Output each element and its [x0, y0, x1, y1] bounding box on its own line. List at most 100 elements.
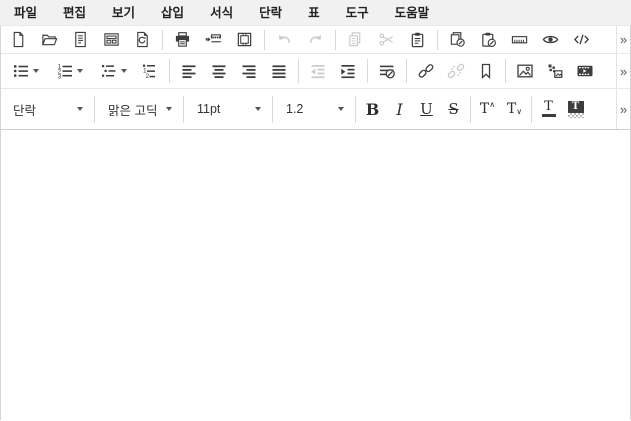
editor-frame: » 123 12 [0, 26, 631, 420]
chevron-down-icon [338, 107, 344, 111]
align-left-button[interactable] [174, 56, 204, 86]
menu-item-table[interactable]: 표 [295, 0, 333, 25]
preview-button[interactable] [535, 27, 566, 53]
paste-button[interactable] [402, 27, 433, 53]
align-justify-button[interactable] [264, 56, 294, 86]
highlight-color-icon: T [568, 101, 584, 113]
font-family-value: 맑은 고딕 [108, 100, 157, 119]
font-size-increase-button[interactable]: T∧ [474, 94, 501, 124]
align-right-icon [240, 62, 258, 80]
toolbar-overflow-button-1[interactable]: » [616, 26, 630, 53]
document-button[interactable] [65, 27, 96, 53]
paste-formatted-button[interactable] [442, 27, 473, 53]
strikethrough-button[interactable]: S [440, 94, 467, 124]
block-format-select[interactable]: 단락 [3, 89, 91, 129]
template-button[interactable] [96, 27, 127, 53]
highlight-color-button[interactable]: T [562, 94, 589, 124]
text-color-icon: T [544, 101, 553, 113]
paste-as-text-icon [480, 31, 497, 48]
highlight-color-swatch [568, 113, 584, 118]
outdent-button[interactable] [303, 56, 333, 86]
separator [335, 30, 336, 50]
chevron-down-icon [166, 107, 172, 111]
remove-link-button[interactable] [441, 56, 471, 86]
align-center-button[interactable] [204, 56, 234, 86]
bold-icon: B [366, 100, 380, 119]
bullet-list-button[interactable] [3, 56, 47, 86]
separator [162, 30, 163, 50]
line-height-value: 1.2 [286, 102, 303, 116]
separator [272, 96, 273, 123]
open-folder-icon [41, 31, 58, 48]
menu-item-format[interactable]: 서식 [197, 0, 246, 25]
copy-button[interactable] [340, 27, 371, 53]
indent-button[interactable] [333, 56, 363, 86]
align-left-icon [180, 62, 198, 80]
image-icon [516, 62, 534, 80]
bookmark-button[interactable] [471, 56, 501, 86]
text-color-swatch [542, 114, 556, 117]
line-height-select[interactable]: 1.2 [276, 89, 352, 129]
menu-item-view[interactable]: 보기 [99, 0, 148, 25]
paste-formatted-icon [449, 31, 466, 48]
toolbar-row-3-tools: 단락 맑은 고딕 11pt 1.2 [1, 89, 616, 129]
underline-button[interactable]: U [413, 94, 440, 124]
print-button[interactable] [167, 27, 198, 53]
undo-button[interactable] [269, 27, 300, 53]
underline-icon: U [420, 100, 433, 118]
separator [355, 96, 356, 123]
restore-draft-button[interactable] [127, 27, 158, 53]
separator [437, 30, 438, 50]
insert-link-button[interactable] [411, 56, 441, 86]
align-right-button[interactable] [234, 56, 264, 86]
chevron-down-icon [121, 69, 127, 73]
toolbar-row-2: 123 12 [1, 54, 630, 89]
source-code-button[interactable] [566, 27, 597, 53]
menu-item-help[interactable]: 도움말 [382, 0, 443, 25]
toolbar-row-2-tools: 123 12 [1, 54, 616, 88]
multilevel-list-button[interactable]: 12 [135, 56, 165, 86]
text-color-button[interactable]: T [535, 94, 562, 124]
outline-list-button[interactable] [91, 56, 135, 86]
text-frame-button[interactable] [229, 27, 260, 53]
new-document-icon [10, 31, 27, 48]
cut-button[interactable] [371, 27, 402, 53]
ruler-button[interactable] [504, 27, 535, 53]
redo-button[interactable] [300, 27, 331, 53]
font-size-increase-icon: T [480, 101, 489, 117]
font-size-select[interactable]: 11pt [187, 89, 269, 129]
italic-button[interactable]: I [386, 94, 413, 124]
multilevel-list-icon: 12 [141, 62, 159, 80]
toolbar-overflow-button-2[interactable]: » [616, 54, 630, 88]
menu-item-paragraph[interactable]: 단락 [246, 0, 295, 25]
insert-media-button[interactable] [570, 56, 600, 86]
menu-item-tools[interactable]: 도구 [333, 0, 382, 25]
svg-text:2: 2 [146, 73, 150, 80]
toolbar-row-3: 단락 맑은 고딕 11pt 1.2 [1, 89, 630, 130]
menu-item-edit[interactable]: 편집 [50, 0, 99, 25]
italic-icon: I [396, 100, 402, 119]
menu-item-insert[interactable]: 삽입 [148, 0, 197, 25]
new-document-button[interactable] [3, 27, 34, 53]
paste-as-text-button[interactable] [473, 27, 504, 53]
toolbar-overflow-button-3[interactable]: » [616, 89, 630, 129]
bold-button[interactable]: B [359, 94, 386, 124]
font-family-select[interactable]: 맑은 고딕 [98, 89, 180, 129]
font-size-decrease-button[interactable]: T∨ [501, 94, 528, 124]
page-break-button[interactable] [198, 27, 229, 53]
image-effects-button[interactable] [540, 56, 570, 86]
outdent-icon [309, 62, 327, 80]
insert-image-button[interactable] [510, 56, 540, 86]
numbered-list-button[interactable]: 123 [47, 56, 91, 86]
open-file-button[interactable] [34, 27, 65, 53]
separator [367, 59, 368, 83]
menu-item-file[interactable]: 파일 [1, 0, 50, 25]
font-size-value: 11pt [197, 102, 220, 116]
bookmark-icon [477, 62, 495, 80]
menu-bar: 파일 편집 보기 삽입 서식 단락 표 도구 도움말 [0, 0, 631, 26]
numbered-list-icon: 123 [56, 62, 74, 80]
separator [264, 30, 265, 50]
restore-draft-icon [134, 31, 151, 48]
clear-formatting-button[interactable] [372, 56, 402, 86]
editor-content-area[interactable] [1, 130, 630, 420]
